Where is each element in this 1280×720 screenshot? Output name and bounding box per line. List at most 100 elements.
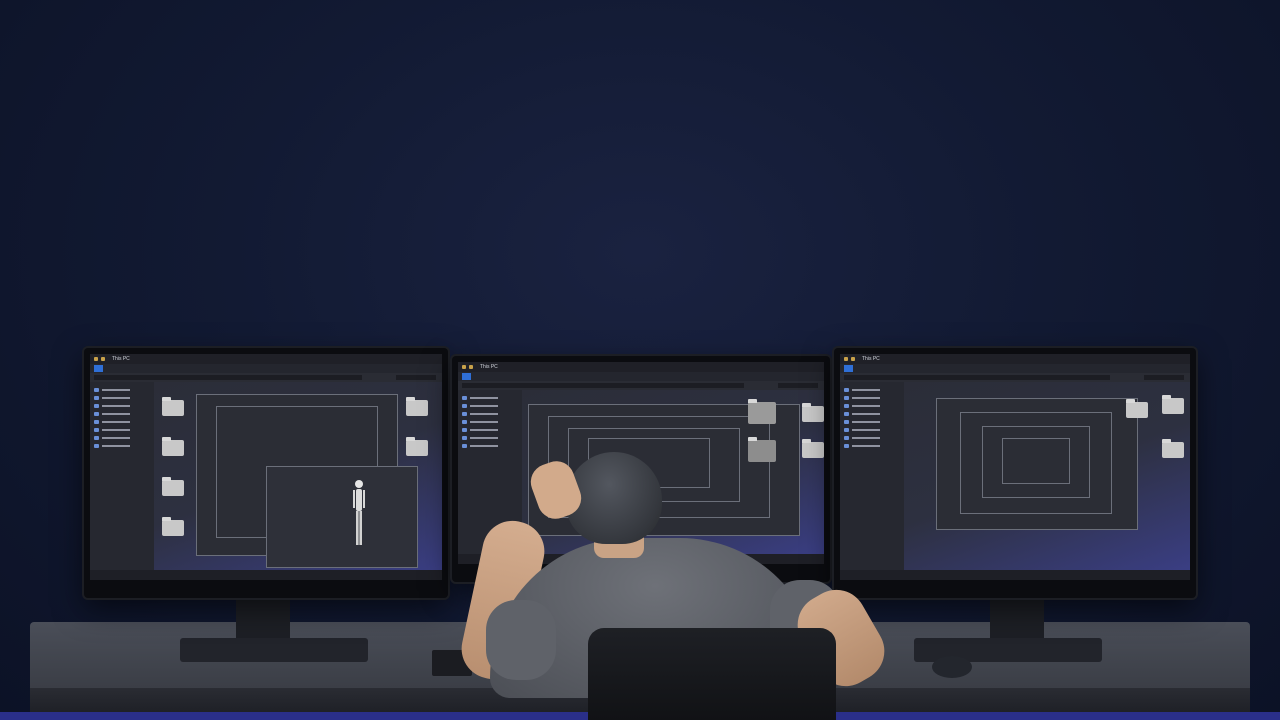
nav-label xyxy=(852,429,880,431)
ribbon-tab-file[interactable] xyxy=(462,373,472,380)
left-monitor-base xyxy=(180,638,368,662)
thumbnail-icon[interactable] xyxy=(748,399,776,424)
folder-icon[interactable] xyxy=(162,437,184,456)
nav-item[interactable] xyxy=(94,426,150,434)
search-input[interactable] xyxy=(778,383,818,388)
nav-item[interactable] xyxy=(844,410,900,418)
search-input[interactable] xyxy=(396,375,436,380)
drive-icon xyxy=(844,436,849,440)
drive-icon xyxy=(844,444,849,448)
search-input[interactable] xyxy=(1144,375,1184,380)
address-input[interactable] xyxy=(462,383,744,388)
file-explorer-window: This PC xyxy=(90,354,442,580)
nav-item[interactable] xyxy=(844,386,900,394)
ribbon-tab[interactable] xyxy=(492,374,493,379)
drive-icon xyxy=(462,428,467,432)
right-monitor-stand xyxy=(990,592,1044,644)
nested-window xyxy=(266,466,418,568)
drive-icon xyxy=(94,436,99,440)
nav-item[interactable] xyxy=(94,394,150,402)
address-input[interactable] xyxy=(94,375,362,380)
drive-icon xyxy=(462,396,467,400)
ribbon-tab[interactable] xyxy=(135,366,136,371)
ribbon-tab[interactable] xyxy=(863,366,864,371)
folder-icon xyxy=(844,357,848,361)
nav-item[interactable] xyxy=(844,426,900,434)
nav-item[interactable] xyxy=(462,402,518,410)
nav-item[interactable] xyxy=(94,386,150,394)
drive-icon xyxy=(94,420,99,424)
nav-label xyxy=(102,429,130,431)
drive-icon xyxy=(462,444,467,448)
nav-label xyxy=(470,445,498,447)
nav-label xyxy=(102,445,130,447)
folder-icon[interactable] xyxy=(802,439,824,458)
nav-item[interactable] xyxy=(462,418,518,426)
nav-item[interactable] xyxy=(844,442,900,450)
drive-icon xyxy=(94,404,99,408)
nav-item[interactable] xyxy=(844,434,900,442)
drive-icon xyxy=(844,396,849,400)
nav-label xyxy=(470,405,498,407)
folder-icon xyxy=(469,365,473,369)
ribbon-tab[interactable] xyxy=(481,374,482,379)
file-explorer-window: This PC xyxy=(840,354,1190,580)
nav-item[interactable] xyxy=(94,418,150,426)
ribbon[interactable] xyxy=(458,372,824,381)
thumbnail-icon[interactable] xyxy=(748,437,776,462)
folder-icon[interactable] xyxy=(406,397,428,416)
nav-label xyxy=(852,437,880,439)
folder-icon[interactable] xyxy=(802,403,824,422)
nav-item[interactable] xyxy=(462,434,518,442)
drive-icon xyxy=(94,388,99,392)
ribbon-tab[interactable] xyxy=(874,366,875,371)
nav-item[interactable] xyxy=(844,418,900,426)
nav-item[interactable] xyxy=(462,442,518,450)
nav-item[interactable] xyxy=(462,394,518,402)
nav-label xyxy=(852,421,880,423)
folder-icon[interactable] xyxy=(162,477,184,496)
ribbon-tab-file[interactable] xyxy=(94,365,104,372)
folder-icon[interactable] xyxy=(162,517,184,536)
nav-item[interactable] xyxy=(844,402,900,410)
nav-label xyxy=(102,397,130,399)
title-bar: This PC xyxy=(840,354,1190,364)
nav-label xyxy=(102,389,130,391)
nav-item[interactable] xyxy=(94,402,150,410)
address-input[interactable] xyxy=(844,375,1110,380)
content-area xyxy=(156,382,442,570)
ribbon-tab[interactable] xyxy=(113,366,114,371)
folder-icon[interactable] xyxy=(1162,395,1184,414)
address-bar[interactable] xyxy=(458,381,824,390)
mannequin-figure xyxy=(353,480,365,545)
window-title: This PC xyxy=(112,356,130,362)
drive-icon xyxy=(462,412,467,416)
drive-icon xyxy=(94,444,99,448)
folder-icon xyxy=(101,357,105,361)
address-bar[interactable] xyxy=(840,373,1190,382)
folder-icon[interactable] xyxy=(1162,439,1184,458)
nav-item[interactable] xyxy=(94,410,150,418)
ribbon-tab[interactable] xyxy=(885,366,886,371)
address-bar[interactable] xyxy=(90,373,442,382)
ribbon-tab[interactable] xyxy=(124,366,125,371)
ribbon-tab[interactable] xyxy=(503,374,504,379)
nav-item[interactable] xyxy=(462,426,518,434)
folder-icon[interactable] xyxy=(406,437,428,456)
drive-icon xyxy=(94,412,99,416)
ribbon[interactable] xyxy=(90,364,442,373)
nav-label xyxy=(470,413,498,415)
nav-item[interactable] xyxy=(462,410,518,418)
folder-icon xyxy=(851,357,855,361)
ribbon-tab-file[interactable] xyxy=(844,365,854,372)
navigation-pane xyxy=(90,382,154,570)
nav-label xyxy=(470,437,498,439)
ribbon[interactable] xyxy=(840,364,1190,373)
folder-icon[interactable] xyxy=(162,397,184,416)
nav-item[interactable] xyxy=(844,394,900,402)
nav-item[interactable] xyxy=(94,434,150,442)
nav-item[interactable] xyxy=(94,442,150,450)
drive-icon xyxy=(462,420,467,424)
folder-icon[interactable] xyxy=(1126,399,1148,418)
drive-icon xyxy=(844,388,849,392)
